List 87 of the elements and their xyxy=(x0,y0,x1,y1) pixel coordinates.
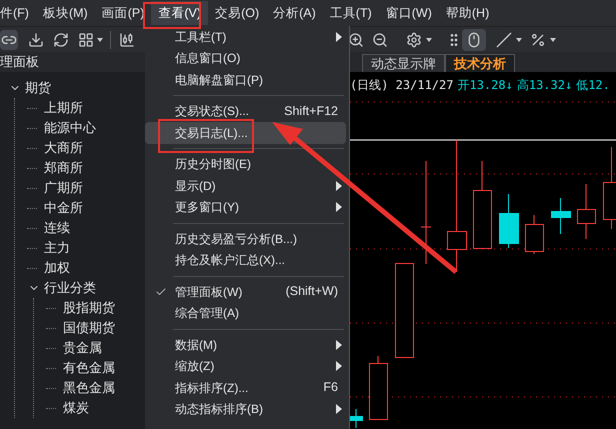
menu-item[interactable]: 综合管理(A) xyxy=(145,302,346,324)
tree-item[interactable]: 贵金属 xyxy=(63,338,102,358)
tree-item[interactable]: 黑色金属 xyxy=(63,378,115,398)
tree-item[interactable]: 国债期货 xyxy=(63,318,115,338)
quote-value: 低12. xyxy=(576,76,610,94)
menu-bar-item[interactable]: 交易(O) xyxy=(208,1,266,25)
menu-item[interactable]: 更多窗口(Y) xyxy=(145,196,346,218)
menu-item[interactable]: 显示(D) xyxy=(145,175,346,196)
zoom-out-icon[interactable] xyxy=(372,32,388,48)
menu-item-label: 指标排序(Z)... xyxy=(175,380,248,397)
quote-title: (日线) 23/11/27 xyxy=(350,76,454,94)
caret-icon[interactable] xyxy=(550,38,556,42)
menu-item[interactable]: 历史交易盈亏分析(B...) xyxy=(145,228,346,250)
candlestick xyxy=(551,198,571,234)
menu-bar-item[interactable]: 工具(T) xyxy=(322,1,379,25)
candlestick-icon[interactable] xyxy=(119,32,135,48)
menu-item-label: 更多窗口(Y) xyxy=(175,199,239,216)
menu-item-label: 信息窗口(O) xyxy=(175,50,240,68)
menu-bar-item[interactable]: 帮助(H) xyxy=(438,1,496,25)
highlight-frame xyxy=(143,2,201,29)
grid-icon[interactable] xyxy=(78,32,94,48)
menu-item-label: 持仓及帐户汇总(X)... xyxy=(175,252,285,270)
menu-item[interactable]: 交易日志(L)... xyxy=(145,122,346,144)
tab[interactable]: 动态显示牌 xyxy=(362,54,445,72)
menu-item-label: 交易日志(L)... xyxy=(175,124,248,142)
menu-item-label: 显示(D) xyxy=(175,178,216,195)
download-icon[interactable] xyxy=(28,32,44,48)
tree-item[interactable]: 有色金属 xyxy=(63,358,115,378)
menu-item-label: 综合管理(A) xyxy=(175,305,239,322)
check-icon xyxy=(155,286,167,298)
menu-item[interactable]: 指标排序(Z)... F6 xyxy=(145,377,346,398)
percent-icon[interactable] xyxy=(530,32,546,48)
menu-item-label: 管理面板(W) xyxy=(175,284,242,301)
tree-item[interactable]: 加权 xyxy=(44,258,70,278)
menu-bar-item[interactable]: 分析(A) xyxy=(266,1,323,25)
refresh-icon[interactable] xyxy=(53,32,69,48)
menu-item-label: 电脑解盘窗口(P) xyxy=(175,72,263,89)
menu-item[interactable]: 持仓及帐户汇总(X)... xyxy=(145,250,346,271)
menu-item[interactable]: 缩放(Z) xyxy=(145,356,346,377)
candlestick xyxy=(369,356,388,420)
settings-icon[interactable] xyxy=(406,32,422,48)
menu-item-label: 缩放(Z) xyxy=(175,358,214,376)
menu-item[interactable]: 数据(M) xyxy=(145,334,346,356)
menu-item-label: 历史交易盈亏分析(B...) xyxy=(175,230,297,248)
shortcut-label: (Shift+W) xyxy=(286,283,338,300)
zoom-in-icon[interactable] xyxy=(348,32,364,48)
tree-item[interactable]: 期货 xyxy=(25,78,51,98)
tree-item[interactable]: 广期所 xyxy=(44,178,83,198)
menu-item[interactable]: 电脑解盘窗口(P) xyxy=(145,69,346,90)
candlestick xyxy=(350,408,363,428)
tree-item[interactable]: 主力 xyxy=(44,238,70,258)
caret-icon[interactable] xyxy=(516,38,522,42)
menu-item[interactable]: 信息窗口(O) xyxy=(145,48,346,69)
menu-bar-item[interactable]: 窗口(W) xyxy=(378,1,439,25)
tree-item[interactable]: 郑商所 xyxy=(44,158,83,178)
tree-item[interactable]: 大商所 xyxy=(44,138,83,158)
candlestick xyxy=(525,214,544,254)
quote-value: 高13.32↓ xyxy=(516,76,572,94)
menu-item-label: 数据(M) xyxy=(175,336,217,354)
menu-bar-item[interactable]: 板块(M) xyxy=(36,1,95,25)
line-tool-icon[interactable] xyxy=(496,32,512,48)
tree-item[interactable]: 能源中心 xyxy=(44,118,96,138)
shortcut-label: Shift+F12 xyxy=(284,102,338,120)
candlestick xyxy=(577,184,596,240)
tree-item[interactable]: 股指期货 xyxy=(63,298,115,318)
panel-title: 理面板 xyxy=(0,53,39,72)
menu-item-label: 交易状态(S)... xyxy=(175,103,249,120)
caret-icon[interactable] xyxy=(426,38,432,42)
menu-bar-item[interactable]: 件(F) xyxy=(0,1,36,25)
tree-item[interactable]: 煤炭 xyxy=(63,398,89,418)
tab[interactable]: 技术分析 xyxy=(445,54,515,72)
menu-item[interactable]: 交易状态(S)... Shift+F12 xyxy=(145,100,346,122)
menu-item-label: 历史分时图(E) xyxy=(175,156,251,174)
menu-item[interactable]: 管理面板(W) (Shift+W) xyxy=(145,281,346,302)
menu-item[interactable]: 历史分时图(E) xyxy=(145,154,346,175)
mouse-icon[interactable] xyxy=(466,32,482,48)
tree-item[interactable]: 上期所 xyxy=(44,98,83,118)
menu-item-label: 动态指标排序(B) xyxy=(175,401,263,418)
menu-item[interactable]: 动态指标排序(B) xyxy=(145,398,346,420)
shortcut-label: F6 xyxy=(323,379,338,396)
tree-item[interactable]: 中金所 xyxy=(44,198,83,218)
quote-value: 开13.28↓ xyxy=(457,76,513,94)
candlestick xyxy=(499,194,519,248)
menu-item-label: 工具栏(T) xyxy=(175,28,226,46)
tree-item[interactable]: 连续 xyxy=(44,218,70,238)
tree-item[interactable]: 行业分类 xyxy=(44,278,96,298)
caret-icon[interactable] xyxy=(97,38,103,42)
